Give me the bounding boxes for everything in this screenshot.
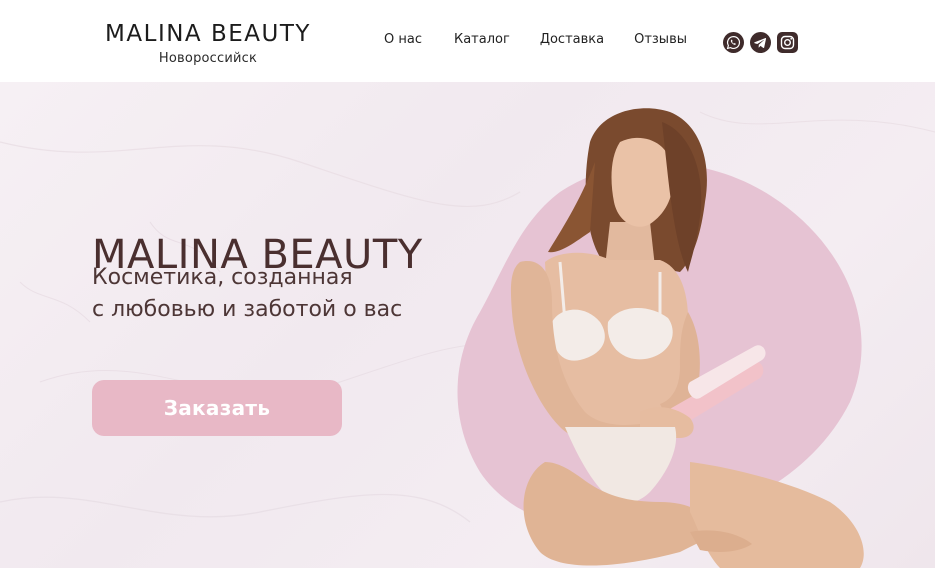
hero-section: MALINA BEAUTY Косметика, созданная с люб…: [0, 82, 935, 568]
social-links: [723, 32, 798, 53]
city-label: Новороссийск: [158, 51, 258, 66]
instagram-icon[interactable]: [777, 32, 798, 53]
nav-link-about[interactable]: О нас: [384, 32, 422, 47]
whatsapp-icon[interactable]: [723, 32, 744, 53]
nav-link-catalog[interactable]: Каталог: [454, 32, 510, 47]
logo-block[interactable]: MALINA BEAUTY Новороссийск: [99, 20, 317, 66]
hero-subtitle-line1: Косметика, созданная: [92, 265, 353, 290]
order-button[interactable]: Заказать: [92, 380, 342, 436]
nav-link-reviews[interactable]: Отзывы: [634, 32, 687, 47]
hero-subtitle-line2: с любовью и заботой о вас: [92, 297, 403, 322]
logo-text[interactable]: MALINA BEAUTY: [99, 20, 317, 48]
site-header: MALINA BEAUTY Новороссийск О нас Каталог…: [0, 0, 935, 82]
nav-link-delivery[interactable]: Доставка: [540, 32, 604, 47]
hero-subtitle: Косметика, созданная с любовью и заботой…: [92, 262, 402, 326]
main-nav: О нас Каталог Доставка Отзывы: [384, 32, 717, 47]
landing-page: MALINA BEAUTY Новороссийск О нас Каталог…: [0, 0, 935, 568]
telegram-icon[interactable]: [750, 32, 771, 53]
